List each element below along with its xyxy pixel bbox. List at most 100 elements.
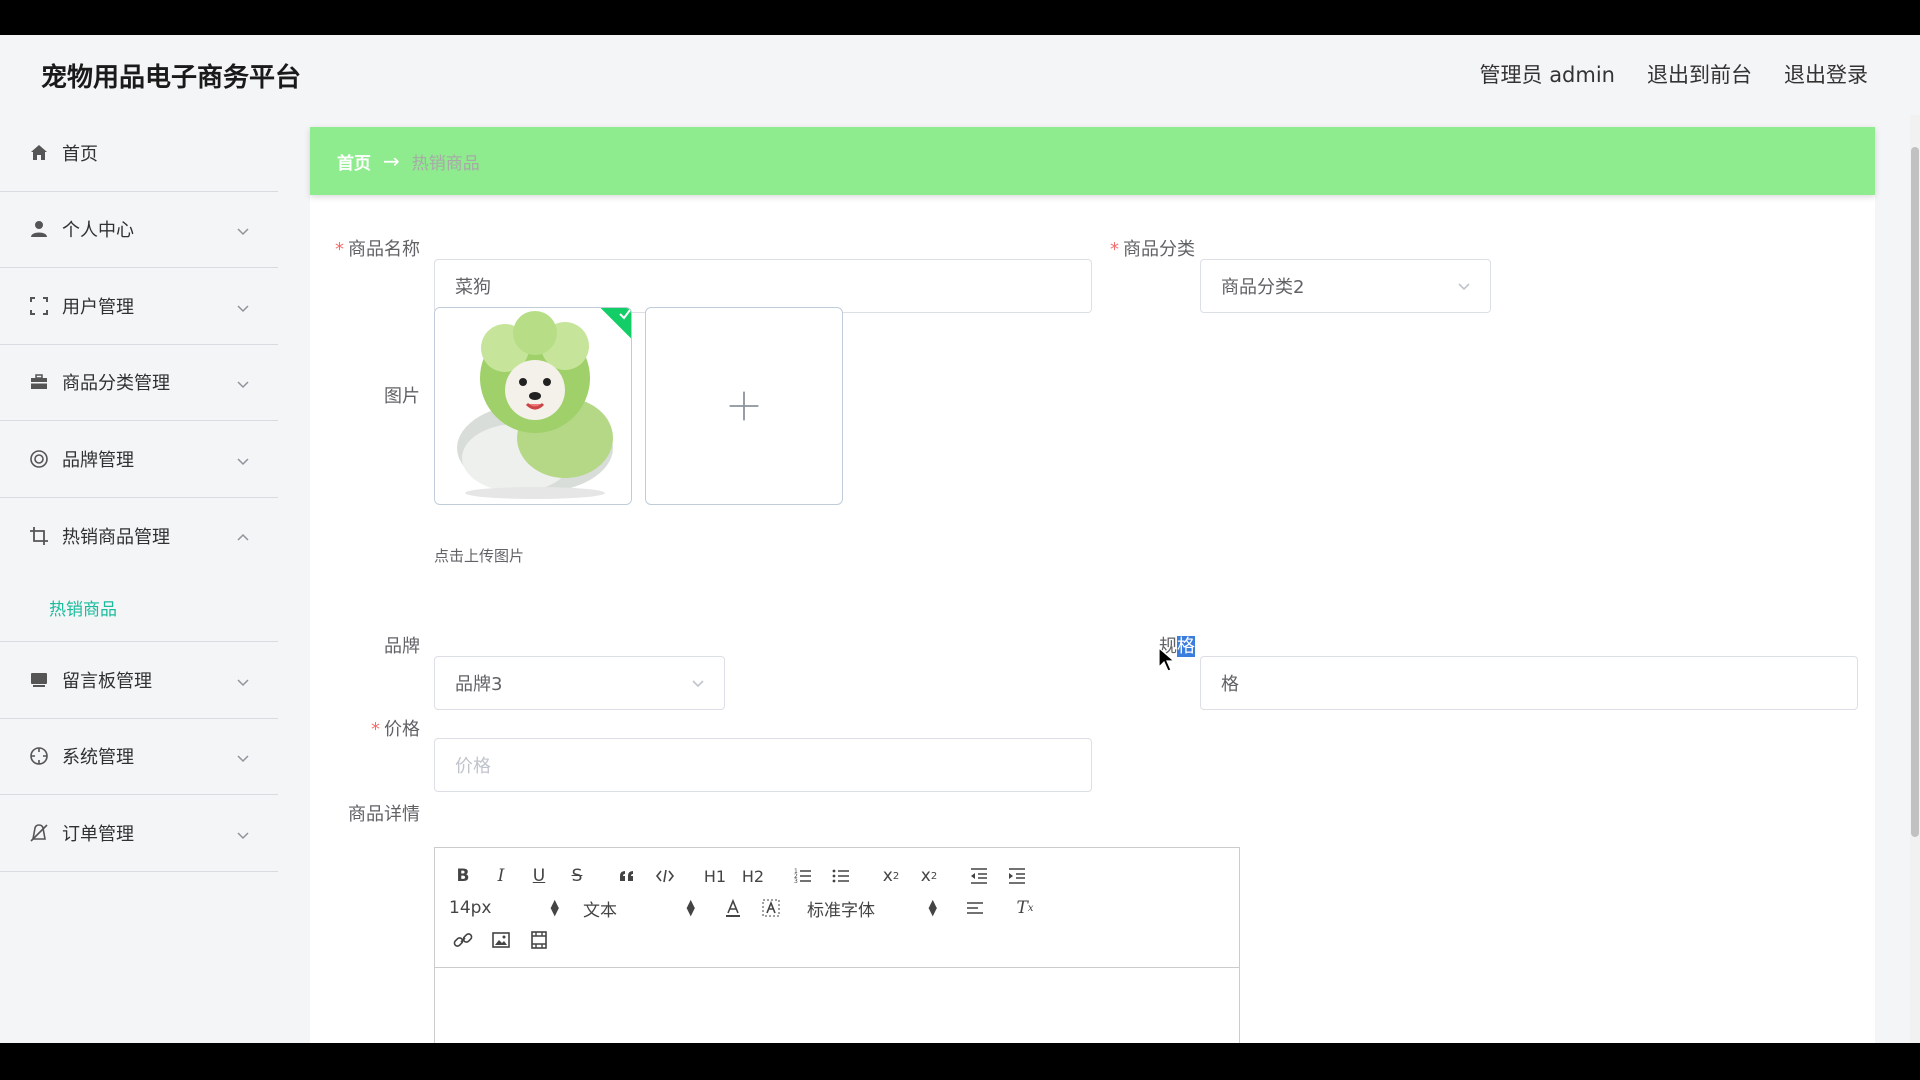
letterbox-top <box>0 0 1920 35</box>
ordered-list-button[interactable]: 123 <box>789 862 817 890</box>
sidebar-item-label: 商品分类管理 <box>62 373 170 395</box>
image-label: 图片 <box>384 386 420 407</box>
image-button[interactable] <box>487 926 515 954</box>
sidebar-item-hot-products[interactable]: 热销商品管理 <box>0 498 278 575</box>
breadcrumb-separator: → <box>383 149 400 173</box>
font-color-button[interactable] <box>719 894 747 922</box>
name-input[interactable]: 菜狗 <box>434 259 1092 313</box>
clear-format-button[interactable]: Tx <box>1011 894 1039 922</box>
superscript-button[interactable]: x2 <box>915 862 943 890</box>
front-link[interactable]: 退出到前台 <box>1647 59 1752 89</box>
blockquote-button[interactable] <box>613 862 641 890</box>
header-2-button[interactable]: H2 <box>739 862 767 890</box>
home-icon <box>28 142 50 164</box>
outdent-icon <box>971 868 987 884</box>
breadcrumb: 首页 → 热销商品 <box>310 127 1875 195</box>
uploaded-image-card[interactable] <box>434 307 632 505</box>
chevron-down-icon <box>236 749 250 763</box>
background-color-button[interactable] <box>757 894 785 922</box>
admin-label: 管理员 admin <box>1479 63 1615 87</box>
sidebar-item-profile[interactable]: 个人中心 <box>0 192 278 268</box>
brand-select-value: 品牌3 <box>455 674 503 695</box>
sidebar-item-messages[interactable]: 留言板管理 <box>0 642 278 719</box>
underline-button[interactable]: U <box>525 862 553 890</box>
sidebar-item-orders[interactable]: 订单管理 <box>0 795 278 872</box>
crop-icon <box>28 525 50 547</box>
app-title: 宠物用品电子商务平台 <box>41 63 302 93</box>
price-label-text: 价格 <box>384 719 420 740</box>
plus-icon <box>729 391 759 421</box>
category-label-text: 商品分类 <box>1123 239 1195 260</box>
breadcrumb-current: 热销商品 <box>411 153 480 174</box>
category-select[interactable]: 商品分类2 <box>1200 259 1491 313</box>
indent-button[interactable] <box>1003 862 1031 890</box>
video-icon <box>531 931 547 949</box>
sidebar-item-label: 品牌管理 <box>62 449 134 471</box>
sidebar-item-category[interactable]: 商品分类管理 <box>0 345 278 421</box>
header: 宠物用品电子商务平台 管理员 admin 退出到前台 退出登录 <box>0 35 1920 115</box>
link-icon <box>453 933 473 947</box>
scrollbar-thumb[interactable] <box>1911 147 1919 837</box>
required-mark: * <box>335 239 344 260</box>
header-links: 管理员 admin 退出到前台 退出登录 <box>1480 59 1868 89</box>
category-select-value: 商品分类2 <box>1221 277 1305 298</box>
updown-icon: ▲ ▼ <box>928 897 937 918</box>
align-left-icon <box>967 902 983 914</box>
ordered-list-icon: 123 <box>794 868 811 885</box>
indent-icon <box>1009 868 1025 884</box>
bold-button[interactable]: B <box>449 862 477 890</box>
brand-select[interactable]: 品牌3 <box>434 656 725 710</box>
sidebar: 首页 个人中心 用户管理 商品分类管理 品牌管理 热销商品管理 热销商品 留言板… <box>0 115 278 1043</box>
chevron-down-icon <box>236 452 250 466</box>
video-button[interactable] <box>525 926 553 954</box>
bullet-list-button[interactable] <box>827 862 855 890</box>
font-size-picker[interactable]: 14px ▲ ▼ <box>449 898 559 918</box>
name-label: * 商品名称 <box>328 235 420 261</box>
message-icon <box>28 669 50 691</box>
cabbage-dog-image <box>435 308 631 504</box>
price-input[interactable]: 价格 <box>434 738 1092 792</box>
align-button[interactable] <box>961 894 989 922</box>
sidebar-item-label: 留言板管理 <box>62 670 152 692</box>
rich-text-editor: B I U S H1 H2 123 x 2 x 2 14px ▲ ▼ 文本 ▲ … <box>434 847 1240 1043</box>
brand-icon <box>28 448 50 470</box>
name-label-text: 商品名称 <box>348 239 420 260</box>
sidebar-item-label: 系统管理 <box>62 747 134 769</box>
sidebar-item-users[interactable]: 用户管理 <box>0 268 278 345</box>
price-label: * 价格 <box>328 715 420 741</box>
editor-toolbar: B I U S H1 H2 123 x 2 x 2 14px ▲ ▼ 文本 ▲ … <box>435 848 1239 968</box>
spec-label: 规格 <box>1105 632 1195 658</box>
main-content: 首页 → 热销商品 * 商品名称 菜狗 * 商品分类 商品分类2 图片 点击上传… <box>310 127 1875 1043</box>
header-picker-value: 文本 <box>583 900 617 921</box>
sidebar-item-system[interactable]: 系统管理 <box>0 719 278 795</box>
link-button[interactable] <box>449 926 477 954</box>
header-1-button[interactable]: H1 <box>701 862 729 890</box>
subscript-button[interactable]: x2 <box>877 862 905 890</box>
chevron-down-icon <box>236 826 250 840</box>
page-scrollbar[interactable] <box>1910 115 1920 1043</box>
sidebar-item-home[interactable]: 首页 <box>0 115 278 192</box>
add-image-button[interactable] <box>645 307 843 505</box>
spec-input[interactable]: 格 <box>1200 656 1858 710</box>
editor-content[interactable]: 专业毕设代做 <box>435 968 1239 1043</box>
sidebar-item-brand[interactable]: 品牌管理 <box>0 421 278 498</box>
font-family-picker[interactable]: 标准字体 ▲ ▼ <box>807 896 937 921</box>
strike-button[interactable]: S <box>563 862 591 890</box>
app-window: 宠物用品电子商务平台 管理员 admin 退出到前台 退出登录 首页 个人中心 … <box>0 35 1920 1043</box>
frame-icon <box>28 295 50 317</box>
chevron-up-icon <box>236 529 250 543</box>
bullet-list-icon <box>832 869 849 883</box>
briefcase-icon <box>28 371 50 393</box>
breadcrumb-home[interactable]: 首页 <box>337 149 371 174</box>
header-picker[interactable]: 文本 ▲ ▼ <box>583 896 695 921</box>
outdent-button[interactable] <box>965 862 993 890</box>
chevron-down-icon <box>1456 278 1472 294</box>
italic-button[interactable]: I <box>487 862 515 890</box>
code-block-button[interactable] <box>651 862 679 890</box>
logout-link[interactable]: 退出登录 <box>1784 59 1868 89</box>
brand-label: 品牌 <box>384 636 420 657</box>
quote-icon <box>620 871 633 881</box>
submenu-item-hot-products[interactable]: 热销商品 <box>0 574 278 642</box>
mouse-cursor-icon <box>1158 647 1176 672</box>
sidebar-item-label: 订单管理 <box>62 823 134 845</box>
